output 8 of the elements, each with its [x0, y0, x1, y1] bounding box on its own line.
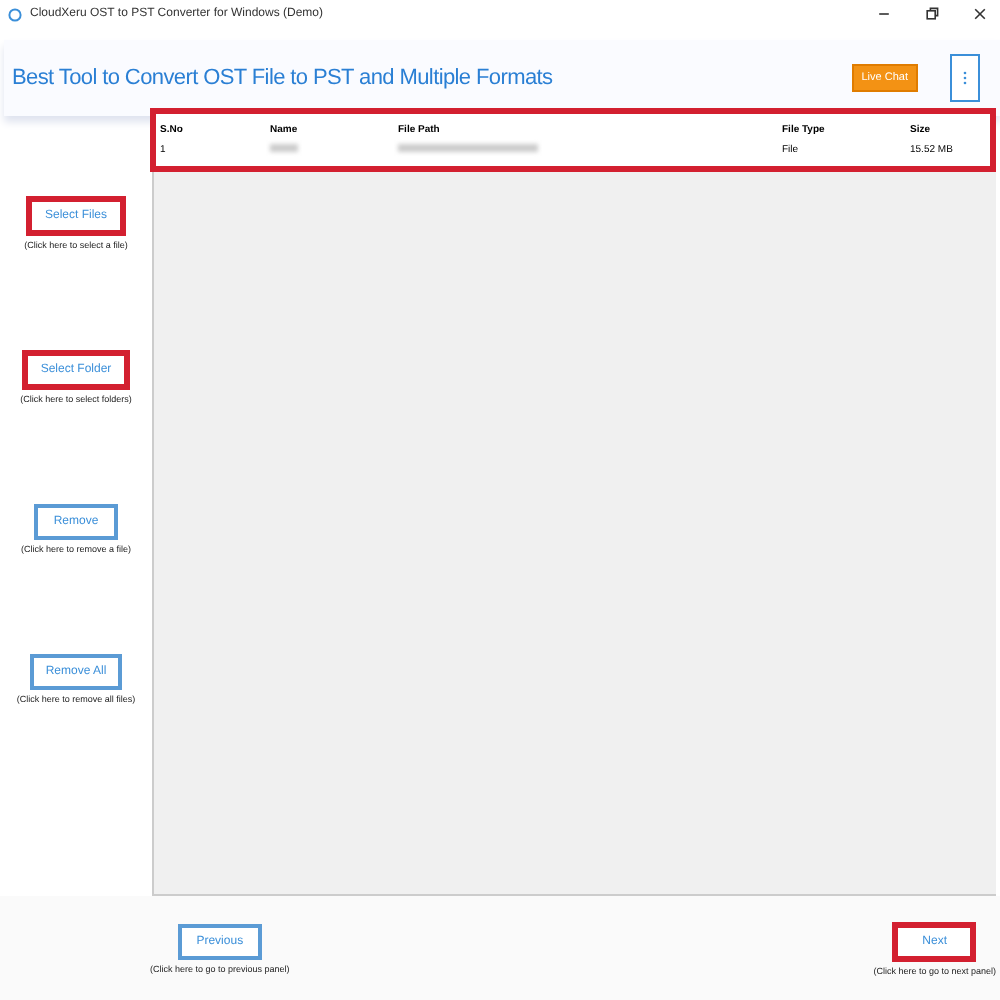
- app-logo-icon: [8, 7, 22, 21]
- menu-icon: [960, 68, 970, 88]
- menu-button[interactable]: [950, 54, 980, 102]
- close-icon[interactable]: [972, 6, 988, 22]
- restore-icon[interactable]: [924, 6, 940, 22]
- header-title: Best Tool to Convert OST File to PST and Multiple Formats: [12, 66, 553, 90]
- blurred-text: [398, 144, 538, 152]
- blurred-text: [270, 144, 298, 152]
